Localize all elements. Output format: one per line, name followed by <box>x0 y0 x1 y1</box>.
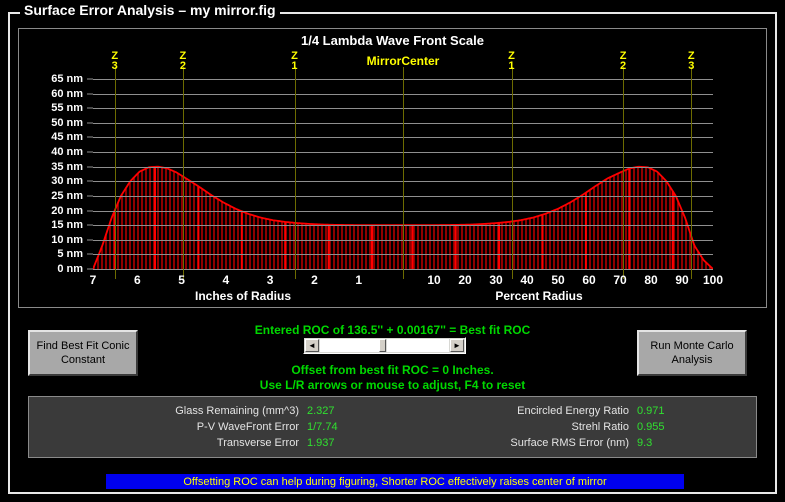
y-axis-tick-label: 5 nm <box>57 248 83 261</box>
result-label: Surface RMS Error (nm) <box>510 437 629 449</box>
zone-label-z3-0: Z3 <box>111 51 118 72</box>
y-axis-tick-label: 55 nm <box>51 102 83 115</box>
y-axis-tick-label: 45 nm <box>51 131 83 144</box>
left-axis-title: Inches of Radius <box>194 289 292 303</box>
zone-marker-line <box>114 67 116 279</box>
y-axis-tick-label: 65 nm <box>51 73 83 85</box>
scrollbar-right-arrow-button[interactable]: ► <box>450 339 464 352</box>
zone-number: 1 <box>508 60 515 72</box>
x-axis-percent-label: 10 <box>427 273 441 287</box>
application-window: Surface Error Analysis – my mirror.fig 1… <box>0 0 785 502</box>
zone-marker-line <box>294 67 296 279</box>
zone-number: 2 <box>620 60 627 72</box>
offset-from-best-fit-text: Offset from best fit ROC = 0 Inches. <box>291 363 494 377</box>
zone-number: 2 <box>179 60 186 72</box>
wavefront-plot-panel: 1/4 Lambda Wave Front Scale 0 nm 5 nm 10 n… <box>18 28 767 308</box>
roc-offset-scrollbar[interactable]: ◄ ► <box>303 337 466 354</box>
scrollbar-left-arrow-button[interactable]: ◄ <box>305 339 319 352</box>
x-axis-inches-label: 6 <box>133 273 141 287</box>
x-axis-percent-label: 100 <box>702 273 724 287</box>
y-axis-tick-label: 35 nm <box>51 160 83 173</box>
zone-marker-line <box>511 67 513 279</box>
y-axis-tick-label: 50 nm <box>51 116 83 129</box>
zone-label-z2-1: Z2 <box>179 51 187 72</box>
result-value: 0.971 <box>637 405 665 417</box>
zone-label-z1-4: Z1 <box>508 51 515 72</box>
scrollbar-track-left[interactable] <box>320 339 379 352</box>
x-axis-inches-label: 7 <box>89 273 97 287</box>
result-label: Strehl Ratio <box>571 421 629 433</box>
status-bar: Offsetting ROC can help during figuring,… <box>105 473 685 490</box>
find-best-fit-line1: Find Best Fit Conic <box>36 340 130 352</box>
zone-marker-line <box>403 67 404 279</box>
y-axis-tick-label: 10 nm <box>51 233 83 246</box>
zone-number: 3 <box>111 60 118 72</box>
x-axis-percent-label: 50 <box>551 273 565 287</box>
y-axis-tick-label: 40 nm <box>51 146 83 159</box>
y-axis-tick-label: 15 nm <box>51 219 83 232</box>
x-axis-percent-label: 70 <box>613 273 627 287</box>
plot-title: 1/4 Lambda Wave Front Scale <box>300 33 485 48</box>
x-axis-percent-label: 90 <box>675 273 689 287</box>
y-axis-tick-label: 60 nm <box>51 87 83 100</box>
x-axis-percent-label: 60 <box>582 273 596 287</box>
window-title: Surface Error Analysis – my mirror.fig <box>20 2 280 18</box>
result-value: 0.955 <box>637 421 665 433</box>
right-arrow-icon: ► <box>453 341 461 350</box>
y-axis-tick-label: 20 nm <box>51 204 83 217</box>
monte-carlo-line1: Run Monte Carlo <box>650 340 734 352</box>
entered-roc-text: Entered ROC of 136.5'' + 0.00167'' = Bes… <box>254 323 531 337</box>
zone-label-z3-6: Z3 <box>688 51 695 72</box>
result-label: Encircled Energy Ratio <box>517 405 629 417</box>
adjust-hint-text: Use L/R arrows or mouse to adjust, F4 to… <box>259 378 526 392</box>
x-axis-inches-label: 2 <box>311 273 318 287</box>
y-axis-tick-label: 25 nm <box>51 189 83 202</box>
x-axis-inches-label: 3 <box>266 273 274 287</box>
zone-label-z2-5: Z2 <box>620 51 627 72</box>
scrollbar-track-right[interactable] <box>387 339 449 352</box>
x-axis-percent-label: 20 <box>458 273 472 287</box>
mirror-center-label: MirrorCenter <box>367 55 440 67</box>
zone-number: 1 <box>291 60 298 72</box>
zone-number: 3 <box>688 60 695 72</box>
y-axis-labels: 0 nm 5 nm 10 nm 15 nm 20 nm 25 nm 30 nm 35 nm 40… <box>19 73 93 275</box>
x-axis-inches-label: 4 <box>222 273 230 287</box>
zone-marker-line <box>623 67 625 279</box>
zone-marker-line <box>182 67 184 279</box>
x-axis-inches-label: 1 <box>355 273 363 287</box>
x-axis-inches-label: 5 <box>178 273 185 287</box>
result-value: 9.3 <box>637 437 653 449</box>
results-panel: Glass Remaining (mm^3) 2.327 P-V WaveFront… <box>28 396 757 458</box>
mirror-center-line2: Center <box>401 54 440 68</box>
right-axis-title: Percent Radius <box>495 289 583 303</box>
x-axis-percent-label: 30 <box>489 273 503 287</box>
zone-label-z1-2: Z1 <box>291 51 298 72</box>
x-axis-percent-label: 80 <box>644 273 658 287</box>
y-axis-tick-label: 30 nm <box>51 175 83 188</box>
left-arrow-icon: ◄ <box>308 341 316 350</box>
mirror-center-line1: Mirror <box>366 54 402 68</box>
zone-marker-line <box>691 67 693 279</box>
y-axis-tick-label: 0 nm <box>57 263 83 275</box>
scrollbar-thumb[interactable] <box>379 339 386 352</box>
x-axis-percent-label: 40 <box>520 273 534 287</box>
